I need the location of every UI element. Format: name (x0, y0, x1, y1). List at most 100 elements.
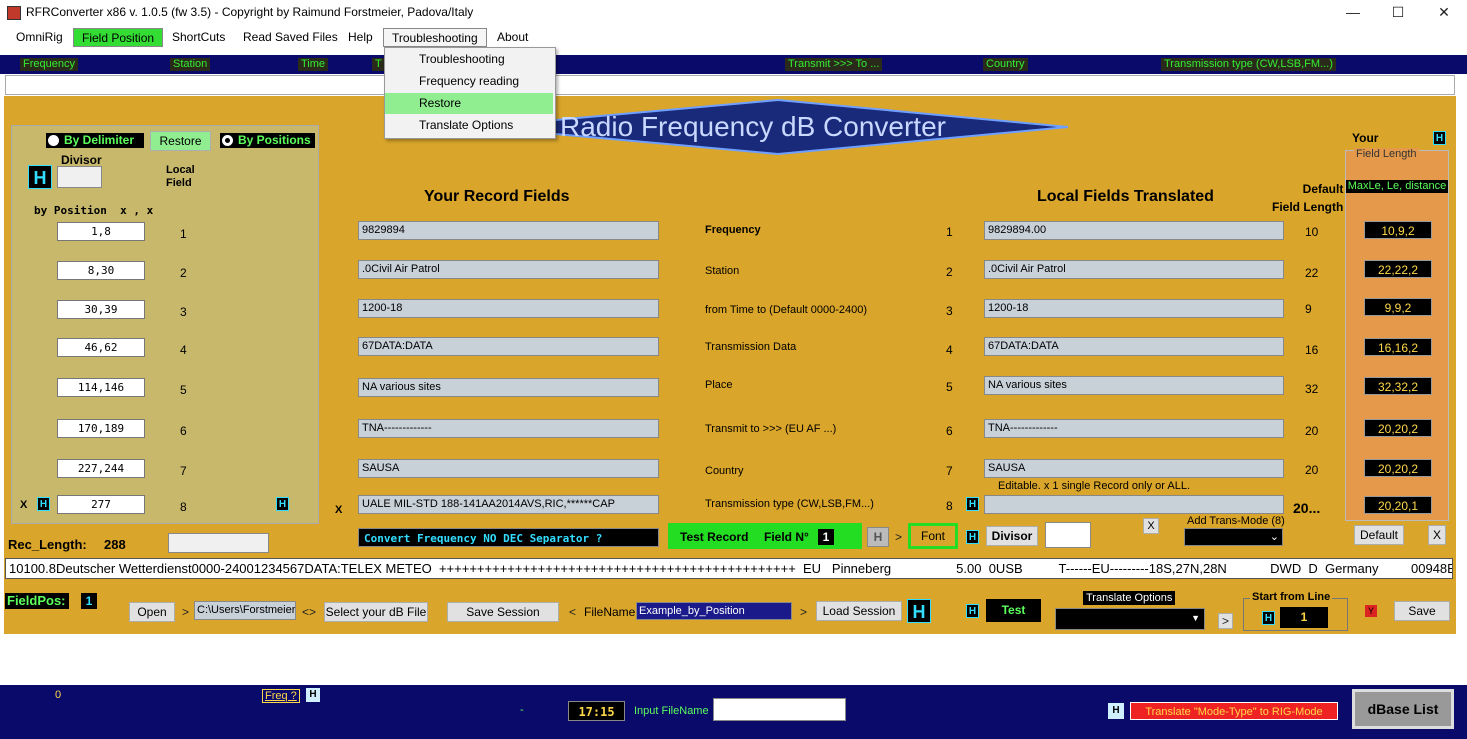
red-indicator[interactable]: Y (1365, 605, 1377, 617)
maxlen-5[interactable]: 32,32,2 (1364, 377, 1432, 395)
local-field-4[interactable]: 67DATA:DATA (984, 337, 1284, 356)
translate-mode-button[interactable]: Translate "Mode-Type" to RIG-Mode (1130, 702, 1338, 720)
start-line-input[interactable]: 1 (1280, 607, 1328, 628)
fieldpos-label: FieldPos: (5, 593, 69, 609)
convert-frequency-toggle[interactable]: Convert Frequency NO DEC Separator ? (358, 528, 659, 547)
raw-record-line[interactable]: 10100.8Deutscher Wetterdienst0000-240012… (5, 558, 1453, 579)
menu-about[interactable]: About (489, 28, 536, 47)
menu-omnirig[interactable]: OmniRig (8, 28, 71, 47)
help-h-disabled[interactable]: H (867, 527, 889, 547)
record-field-3[interactable]: 1200-18 (358, 299, 659, 318)
file-path-input[interactable]: C:\Users\Forstmeier (194, 601, 296, 620)
dropdown-item-translate-options[interactable]: Translate Options (385, 115, 553, 136)
record-field-7[interactable]: SAUSA (358, 459, 659, 478)
default-button[interactable]: Default (1354, 525, 1404, 545)
translate-options-select[interactable]: ▼ (1055, 608, 1205, 630)
help-h-button-session[interactable]: H (907, 599, 931, 623)
clear-record-x-button[interactable]: X (335, 504, 342, 516)
app-icon (7, 6, 21, 20)
trans-mode-x-button[interactable]: X (1143, 518, 1159, 534)
divisor-button[interactable]: Divisor (986, 526, 1038, 546)
rec-length-input[interactable] (168, 533, 269, 553)
local-field-2[interactable]: .0Civil Air Patrol (984, 260, 1284, 279)
position-input-6[interactable]: 170,189 (57, 419, 145, 438)
maxlen-7[interactable]: 20,20,2 (1364, 459, 1432, 477)
field-name-4: Transmission Data (705, 341, 797, 353)
record-field-1[interactable]: 9829894 (358, 221, 659, 240)
help-h-button-8[interactable]: H (37, 497, 50, 511)
record-field-6[interactable]: TNA------------- (358, 419, 659, 438)
select-db-file-button[interactable]: Select your dB File (324, 602, 428, 622)
divisor-value-input[interactable] (1045, 522, 1091, 548)
position-input-1[interactable]: 1,8 (57, 222, 145, 241)
help-h-button[interactable]: H (28, 165, 52, 189)
divisor-input[interactable] (57, 166, 102, 188)
font-button[interactable]: Font (908, 523, 958, 549)
local-field-5[interactable]: NA various sites (984, 376, 1284, 395)
maxlen-4[interactable]: 16,16,2 (1364, 338, 1432, 356)
maxlen-3[interactable]: 9,9,2 (1364, 298, 1432, 316)
local-field-1[interactable]: 9829894.00 (984, 221, 1284, 240)
clear-x-button[interactable]: X (20, 499, 27, 511)
help-h-button-translate[interactable]: H (1108, 703, 1124, 719)
position-input-8[interactable]: 277 (57, 495, 145, 514)
open-button[interactable]: Open (129, 602, 175, 622)
help-h-button-8b[interactable]: H (276, 497, 289, 511)
maximize-button[interactable]: ☐ (1375, 0, 1421, 24)
maxlen-6[interactable]: 20,20,2 (1364, 419, 1432, 437)
record-field-4[interactable]: 67DATA:DATA (358, 337, 659, 356)
maxlen-2[interactable]: 22,22,2 (1364, 260, 1432, 278)
apply-translate-arrow[interactable]: > (1218, 613, 1234, 629)
local-field-3[interactable]: 1200-18 (984, 299, 1284, 318)
swap-icon[interactable]: <> (302, 605, 316, 619)
input-filename-field[interactable] (713, 698, 846, 721)
menu-shortcuts[interactable]: ShortCuts (164, 28, 233, 47)
by-positions-radio[interactable]: By Positions (220, 133, 315, 148)
header-transmission-type: Transmission type (CW,LSB,FM...) (1161, 58, 1336, 71)
record-field-2[interactable]: .0Civil Air Patrol (358, 260, 659, 279)
position-input-7[interactable]: 227,244 (57, 459, 145, 478)
dropdown-item-frequency-reading[interactable]: Frequency reading (385, 71, 553, 92)
position-input-2[interactable]: 8,30 (57, 261, 145, 280)
position-input-5[interactable]: 114,146 (57, 378, 145, 397)
close-button[interactable]: ✕ (1421, 0, 1467, 24)
dropdown-item-troubleshooting[interactable]: Troubleshooting (385, 49, 553, 70)
menu-help[interactable]: Help (340, 28, 381, 47)
header-time: Time (298, 58, 329, 71)
minimize-button[interactable]: — (1330, 0, 1376, 24)
position-input-4[interactable]: 46,62 (57, 338, 145, 357)
menu-read-saved-files[interactable]: Read Saved Files (235, 28, 346, 47)
restore-button[interactable]: Restore (150, 131, 211, 151)
filename-input[interactable]: Example_by_Position (636, 602, 792, 620)
record-field-8[interactable]: UALE MIL-STD 188-141AA2014AVS,RIC,******… (358, 495, 659, 514)
record-field-5[interactable]: NA various sites (358, 378, 659, 397)
local-field-8[interactable] (984, 495, 1284, 514)
help-h-button-right[interactable]: H (1433, 131, 1446, 145)
help-h-button-start[interactable]: H (1262, 611, 1275, 625)
freq-query-button[interactable]: Freq ? (262, 689, 300, 703)
local-field-6[interactable]: TNA------------- (984, 419, 1284, 438)
local-field-7[interactable]: SAUSA (984, 459, 1284, 478)
help-h-button-freq[interactable]: H (306, 688, 320, 702)
help-h-button-divisor[interactable]: H (966, 530, 979, 544)
position-input-3[interactable]: 30,39 (57, 300, 145, 319)
by-delimiter-radio[interactable]: By Delimiter (46, 133, 144, 148)
save-session-button[interactable]: Save Session (447, 602, 559, 622)
menu-troubleshooting[interactable]: Troubleshooting (383, 28, 487, 47)
field-n-value[interactable]: 1 (818, 529, 834, 545)
header-station: Station (170, 58, 211, 71)
dbase-list-button[interactable]: dBase List (1352, 689, 1454, 729)
test-button[interactable]: Test (986, 599, 1041, 622)
save-button[interactable]: Save (1394, 601, 1450, 621)
dropdown-item-restore[interactable]: Restore (385, 93, 553, 114)
right-x-button[interactable]: X (1428, 525, 1446, 545)
help-h-button-local[interactable]: H (966, 497, 979, 511)
maxlen-1[interactable]: 10,9,2 (1364, 221, 1432, 239)
header-country: Country (983, 58, 1028, 71)
load-session-button[interactable]: Load Session (816, 601, 902, 621)
menu-field-position[interactable]: Field Position (73, 28, 164, 47)
maxlen-8[interactable]: 20,20,1 (1364, 496, 1432, 514)
field-num-1: 1 (946, 225, 953, 239)
help-h-button-test[interactable]: H (966, 604, 979, 618)
trans-mode-select[interactable]: ⌄ (1184, 528, 1283, 546)
